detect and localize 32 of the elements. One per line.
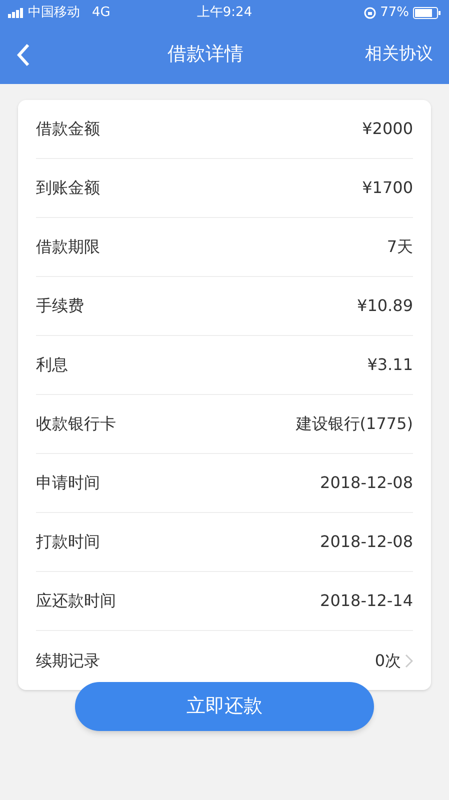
row-label: 申请时间 <box>36 472 101 494</box>
row-value: 2018-12-08 <box>320 472 413 494</box>
row-value: ¥2000 <box>362 118 413 140</box>
repay-button[interactable]: 立即还款 <box>75 682 374 731</box>
row-label: 续期记录 <box>36 650 101 672</box>
page-title: 借款详情 <box>166 42 244 68</box>
row-label: 收款银行卡 <box>36 413 117 435</box>
row-value: ¥10.89 <box>357 295 413 317</box>
row-label: 打款时间 <box>36 531 101 553</box>
row-label: 借款金额 <box>36 118 101 140</box>
row-label: 借款期限 <box>36 236 101 258</box>
row-label: 到账金额 <box>36 177 101 199</box>
agreements-link[interactable]: 相关协议 <box>365 42 433 68</box>
row-value: ¥3.11 <box>367 354 413 376</box>
row-value: 2018-12-14 <box>320 590 413 612</box>
carrier-name: 中国移动 <box>28 4 80 22</box>
row-value: 7天 <box>386 236 413 258</box>
row-value: 建设银行(1775) <box>296 413 413 435</box>
row-value: ¥1700 <box>362 177 413 199</box>
network-type: 4G <box>92 4 110 22</box>
row-value: 2018-12-08 <box>320 531 413 553</box>
row-label: 手续费 <box>36 295 85 317</box>
chevron-left-icon <box>16 42 30 66</box>
row-label: 利息 <box>36 354 69 376</box>
battery-icon <box>412 6 441 18</box>
battery-percent: 77% <box>380 4 409 22</box>
row-value: 0次 <box>374 650 401 672</box>
chevron-right-icon <box>405 654 413 668</box>
rotation-lock-icon <box>364 6 376 18</box>
signal-icon <box>8 8 24 18</box>
row-label: 应还款时间 <box>36 590 117 612</box>
clock-time: 上午9:24 <box>196 4 254 22</box>
